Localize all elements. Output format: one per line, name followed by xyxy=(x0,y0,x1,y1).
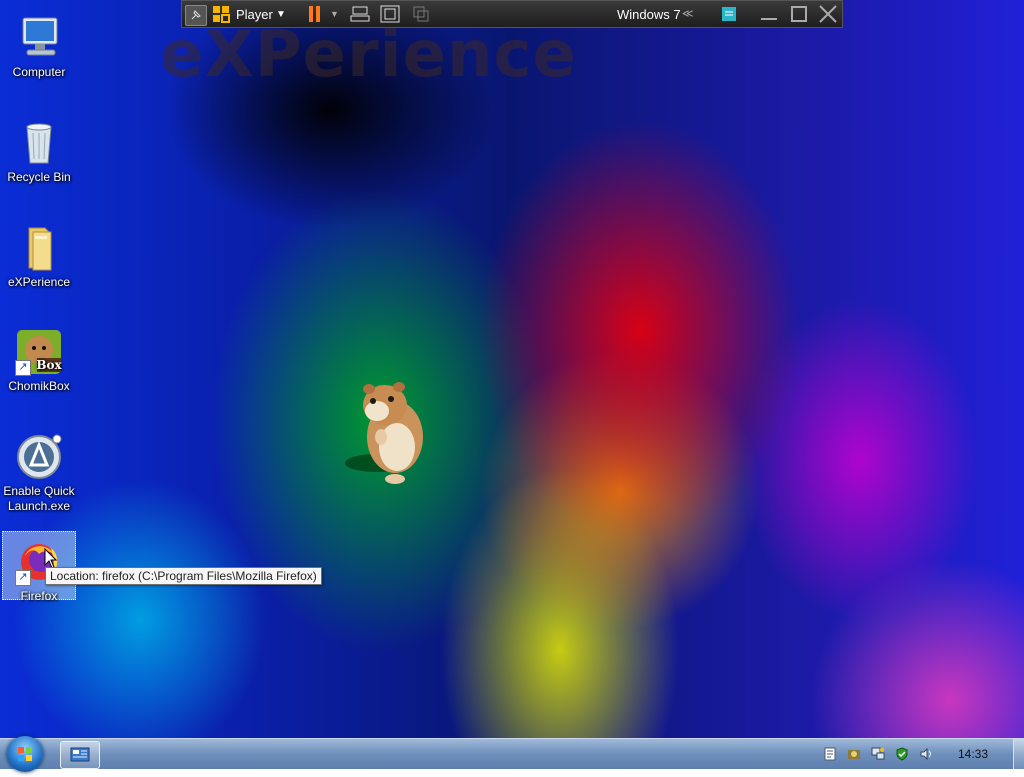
collapse-toolbar-icon[interactable]: ≪ xyxy=(682,5,694,24)
wallpaper-watermark: eXPerience xyxy=(160,18,577,92)
desktop-icon-label: Computer xyxy=(12,65,66,79)
taskbar-control-panel-button[interactable] xyxy=(60,741,100,769)
chomikbox-badge: Box xyxy=(36,358,62,372)
location-tooltip: Location: firefox (C:\Program Files\Mozi… xyxy=(45,567,322,585)
taskbar-clock[interactable]: 14:33 xyxy=(958,747,988,761)
start-orb-icon[interactable] xyxy=(7,736,43,772)
desktop-icon-quick-launch[interactable]: Enable Quick Launch.exe xyxy=(2,427,76,513)
recycle-bin-icon xyxy=(15,119,63,167)
close-icon[interactable] xyxy=(818,5,838,24)
player-logo-icon xyxy=(212,5,232,24)
desktop-icon-firefox[interactable]: ↗ Firefox xyxy=(2,531,76,603)
unity-icon[interactable] xyxy=(412,5,432,24)
document-icon[interactable] xyxy=(823,747,837,761)
player-menu-dropdown-icon[interactable]: ▼ xyxy=(276,5,286,24)
security-icon[interactable] xyxy=(895,747,909,761)
control-panel-icon xyxy=(70,747,90,762)
network-icon[interactable] xyxy=(871,747,885,761)
chomikbox-icon: Box ↗ xyxy=(15,328,63,376)
quick-launch-icon xyxy=(15,433,63,481)
desktop-icon-label: Firefox xyxy=(20,589,58,603)
desktop-icon-recycle-bin[interactable]: Recycle Bin xyxy=(2,113,76,184)
shortcut-arrow-icon: ↗ xyxy=(15,360,31,376)
pin-icon[interactable] xyxy=(185,5,207,26)
restore-icon[interactable] xyxy=(790,5,808,24)
ctrl-alt-del-icon[interactable] xyxy=(350,5,370,24)
hamster-image xyxy=(345,382,423,484)
pause-dropdown-icon[interactable]: ▼ xyxy=(330,5,339,24)
desktop-icon-chomikbox[interactable]: Box ↗ ChomikBox xyxy=(2,322,76,393)
vm-player-toolbar: Player ▼ ▼ Windows 7 ≪ xyxy=(181,0,843,28)
show-desktop-button[interactable] xyxy=(1013,739,1024,769)
pause-icon[interactable] xyxy=(308,5,322,24)
library-icon[interactable] xyxy=(720,5,738,24)
computer-icon xyxy=(15,14,63,62)
shortcut-arrow-icon: ↗ xyxy=(15,570,31,586)
desktop-icon-label: Enable Quick Launch.exe xyxy=(3,484,75,513)
desktop-icon-computer[interactable]: Computer xyxy=(2,8,76,79)
minimize-icon[interactable] xyxy=(760,5,778,24)
taskbar: 14:33 xyxy=(0,736,1024,772)
vm-name-label: Windows 7 xyxy=(617,7,681,22)
tools-icon[interactable] xyxy=(847,747,861,761)
folder-icon xyxy=(15,224,63,272)
player-menu-label[interactable]: Player xyxy=(236,5,273,24)
volume-icon[interactable] xyxy=(919,747,933,761)
desktop-icon-label: Recycle Bin xyxy=(7,170,71,184)
fullscreen-icon[interactable] xyxy=(380,5,400,24)
desktop-icon-label: eXPerience xyxy=(7,275,71,289)
desktop-icon-label: ChomikBox xyxy=(8,379,70,393)
desktop-icon-experience-folder[interactable]: eXPerience xyxy=(2,218,76,289)
desktop[interactable]: eXPerience Computer Recycle Bin eXPerien… xyxy=(0,0,1024,738)
